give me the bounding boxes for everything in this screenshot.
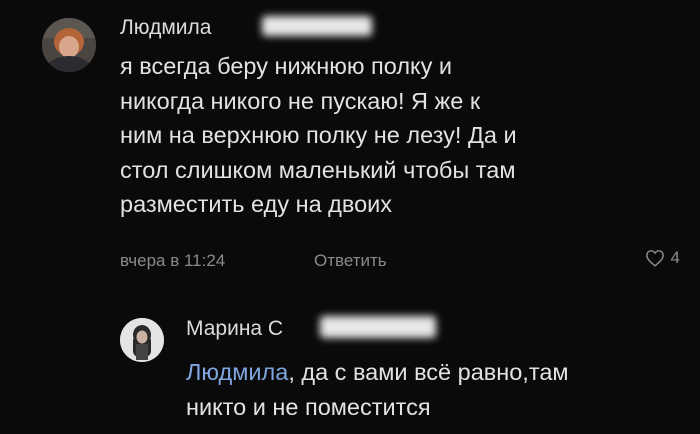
like-count: 4: [670, 248, 680, 267]
redacted-surname: [262, 16, 372, 36]
redacted-surname: [320, 316, 436, 338]
heart-outline-icon: [645, 250, 664, 267]
comment-text-line: никогда никого не пускаю! Я же к: [120, 87, 481, 114]
avatar-photo-icon: [42, 18, 96, 72]
reply-text-line: Людмила, да с вами всё равно,там: [186, 355, 686, 390]
like-button[interactable]: 4: [645, 248, 680, 268]
comment-timestamp: вчера в 11:24: [120, 251, 226, 270]
comment-text-line: ним на верхнюю полку не лезу! Да и: [120, 122, 517, 148]
avatar-lyudmila[interactable]: [42, 18, 96, 72]
avatar-marina[interactable]: [120, 318, 164, 362]
reply-text: Людмила, да с вами всё равно,там никто и…: [186, 355, 686, 424]
avatar-photo-icon: [120, 318, 164, 362]
comment-author[interactable]: Людмила: [120, 16, 211, 40]
comment-1: Людмила я всегда беру нижнюю полку и ник…: [0, 0, 700, 290]
comment-author[interactable]: Марина С: [186, 317, 283, 341]
mention-link[interactable]: Людмила: [186, 359, 288, 385]
reply-text-line: никто и не поместится: [186, 393, 431, 420]
comment-text-line: стол слишком маленький чтобы там: [120, 156, 516, 183]
reply-button[interactable]: Ответить: [314, 251, 387, 271]
reply-text-fragment: , да с вами всё равно,там: [288, 359, 569, 385]
comment-text-line: разместить еду на двоих: [120, 191, 393, 217]
comment-text-line: я всегда беру нижнюю полку и: [120, 53, 452, 79]
comment-text: я всегда беру нижнюю полку и никогда ник…: [120, 49, 680, 222]
